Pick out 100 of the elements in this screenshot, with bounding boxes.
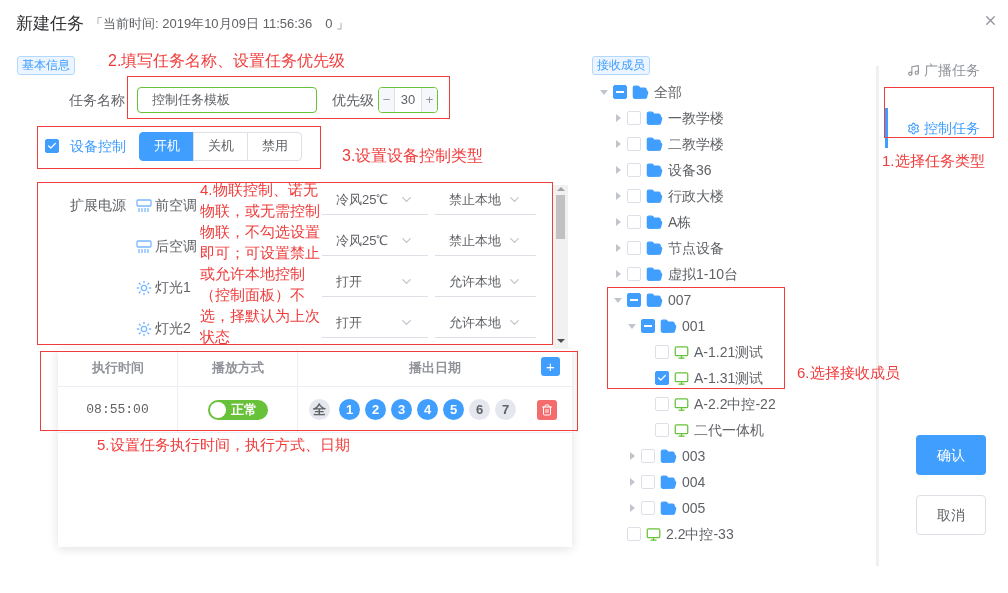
scrollbar[interactable] [553,185,568,349]
partial-checkbox[interactable] [613,85,627,99]
caret-right-icon[interactable] [614,114,622,122]
dropdown[interactable]: 打开 [322,308,428,338]
tree-item[interactable]: 005 [590,495,706,521]
tree-label: 行政大楼 [668,186,724,206]
dropdown[interactable]: 允许本地 [435,308,536,338]
monitor-icon [674,396,689,412]
tree-item[interactable]: 设备36 [590,157,712,183]
folder-icon [646,109,663,127]
folder-icon [632,83,649,101]
dropdown[interactable]: 冷风25℃ [322,185,428,215]
caret-down-icon[interactable] [628,322,636,330]
column-header: 执行时间 [58,349,178,386]
dropdown[interactable]: 允许本地 [435,267,536,297]
dropdown[interactable]: 禁止本地 [435,185,536,215]
dropdown[interactable]: 冷风25℃ [322,226,428,256]
gear-icon [907,121,920,135]
folder-icon [660,447,677,465]
partial-checkbox[interactable] [627,293,641,307]
annotation-note: 4.物联控制、诺无物联，或无需控制物联，不勾选设置即可；可设置禁止或允许本地控制（控制面板）不选，择默认为上次状态 [200,180,321,347]
tree-item[interactable]: 二代一体机 [590,417,764,443]
dropdown[interactable]: 禁止本地 [435,226,536,256]
tree-checkbox[interactable] [655,371,669,385]
field-label: 优先级 [332,90,374,110]
day-toggle[interactable]: 6 [469,399,490,420]
folder-icon [660,317,677,335]
caret-right-icon[interactable] [614,166,622,174]
tree-label: 004 [682,472,706,492]
tree-item[interactable]: A-2.2中控-22 [590,391,776,417]
caret-right-icon[interactable] [628,452,636,460]
caret-right-icon[interactable] [614,244,622,252]
tree-label: 全部 [654,82,682,102]
tree-label: 节点设备 [668,238,724,258]
tree-label: 虚拟1-10台 [668,264,739,284]
section-tag: 接收成员 [592,56,650,75]
device-name: 灯光1 [155,278,191,297]
annotation-note: 2.填写任务名称、设置任务优先级 [108,51,346,71]
tree-item[interactable]: 007 [590,287,692,313]
table-cell: 08:55:00 [58,387,178,432]
caret-right-icon[interactable] [614,218,622,226]
dialog-title: 新建任务 [16,13,84,36]
device-name: 灯光2 [155,319,191,338]
current-time: 「当前时间: 2019年10月09日 11:56:36 0 」 [90,15,350,34]
caret-down-icon[interactable] [600,88,608,96]
mode-tab[interactable]: 禁用 [247,131,302,161]
tree-item[interactable]: 二教学楼 [590,131,724,157]
tree-item[interactable]: 一教学楼 [590,105,724,131]
column-header: 播出日期 [409,358,461,377]
caret-right-icon[interactable] [614,140,622,148]
folder-icon [646,265,663,283]
monitor-icon [646,526,661,542]
music-icon [907,63,920,77]
tree-item[interactable]: 003 [590,443,706,469]
annotation-note: 5.设置任务执行时间，执行方式、日期 [97,435,350,455]
caret-down-icon[interactable] [614,296,622,304]
tree-item[interactable]: 节点设备 [590,235,724,261]
tree-item[interactable]: 2.2中控-33 [590,521,734,547]
tree-item[interactable]: 001 [590,313,706,339]
tree-label: 007 [668,290,692,310]
tree-item[interactable]: A栋 [590,209,692,235]
day-toggle[interactable]: 全 [309,399,330,420]
checkbox-label: 设备控制 [70,136,126,156]
tree-label: A栋 [668,212,692,232]
checkbox[interactable] [45,139,59,153]
device-name: 前空调 [155,196,197,215]
tree-item[interactable]: A-1.31测试 [590,365,764,391]
tree-label: A-1.21测试 [694,342,764,362]
air-conditioner-icon [136,238,152,255]
check-icon [657,373,667,383]
folder-icon [660,473,677,491]
tree-label: 001 [682,316,706,336]
day-toggle[interactable]: 7 [495,399,516,420]
tree-item[interactable]: 全部 [590,79,682,105]
tree-item[interactable]: 004 [590,469,706,495]
tree-item[interactable]: A-1.21测试 [590,339,764,365]
folder-icon [646,161,663,179]
task-name-field[interactable]: 控制任务模板 [137,87,317,113]
tree-label: 2.2中控-33 [666,524,734,544]
folder-icon [646,213,663,231]
dropdown[interactable]: 打开 [322,267,428,297]
mode-tab[interactable]: 关机 [193,131,248,161]
caret-right-icon[interactable] [614,192,622,200]
caret-right-icon[interactable] [614,270,622,278]
section-tag: 基本信息 [17,56,75,75]
tree-item[interactable]: 行政大楼 [590,183,724,209]
annotation-note: 3.设置设备控制类型 [342,146,484,166]
air-conditioner-icon [136,197,152,214]
caret-right-icon[interactable] [628,504,636,512]
tree-item[interactable]: 虚拟1-10台 [590,261,739,287]
folder-icon [646,187,663,205]
tree-label: A-1.31测试 [694,368,764,388]
delete-button[interactable] [537,399,557,420]
caret-right-icon[interactable] [628,478,636,486]
partial-checkbox[interactable] [641,319,655,333]
tree-label: A-2.2中控-22 [694,394,776,414]
light-icon [136,279,152,296]
cancel-button[interactable]: 取消 [916,495,986,535]
column-header: 播放方式 [178,349,298,386]
folder-icon [646,291,663,309]
